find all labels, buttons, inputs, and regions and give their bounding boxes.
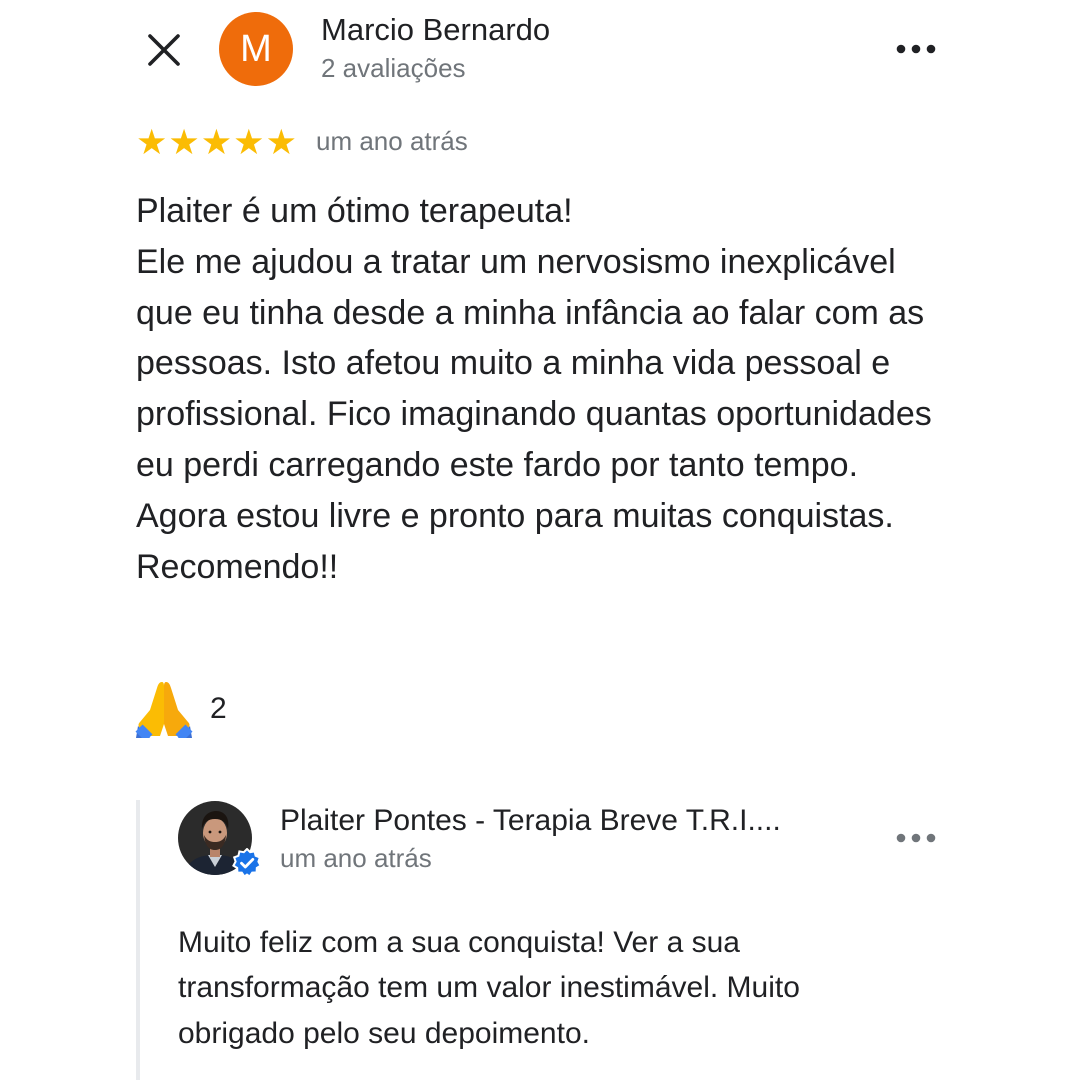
reply-options-button[interactable] [892, 826, 940, 850]
star-icon: ★ [233, 123, 265, 162]
more-horizontal-icon [896, 833, 936, 843]
reviewer-review-count[interactable]: 2 avaliações [321, 53, 466, 84]
star-icon: ★ [168, 123, 200, 162]
owner-reply-time: um ano atrás [280, 843, 432, 873]
verified-check-icon [232, 847, 262, 878]
star-icon: ★ [265, 123, 297, 162]
avatar-letter: M [240, 27, 272, 70]
reviewer-name[interactable]: Marcio Bernardo [321, 12, 550, 48]
reviewer-avatar[interactable]: M [219, 12, 293, 86]
review-options-button[interactable] [892, 37, 940, 61]
folded-hands-icon [135, 682, 193, 738]
star-icon: ★ [200, 123, 233, 162]
more-horizontal-icon [896, 44, 936, 54]
star-rating: ★ ★ ★ ★ ★ [136, 124, 297, 162]
owner-reply-text: Muito feliz com a sua conquista! Ver a s… [178, 926, 800, 1050]
close-icon [148, 34, 180, 66]
verified-badge [232, 847, 262, 878]
reaction-count: 2 [210, 692, 227, 725]
close-button[interactable] [140, 26, 188, 74]
star-icon: ★ [136, 123, 168, 162]
review-text: Plaiter é um ótimo terapeuta! Ele me aju… [136, 192, 932, 586]
review-time: um ano atrás [316, 126, 468, 156]
reaction-button[interactable]: 2 [134, 680, 227, 738]
reply-divider [136, 800, 140, 1080]
owner-name[interactable]: Plaiter Pontes - Terapia Breve T.R.I.... [280, 804, 781, 838]
